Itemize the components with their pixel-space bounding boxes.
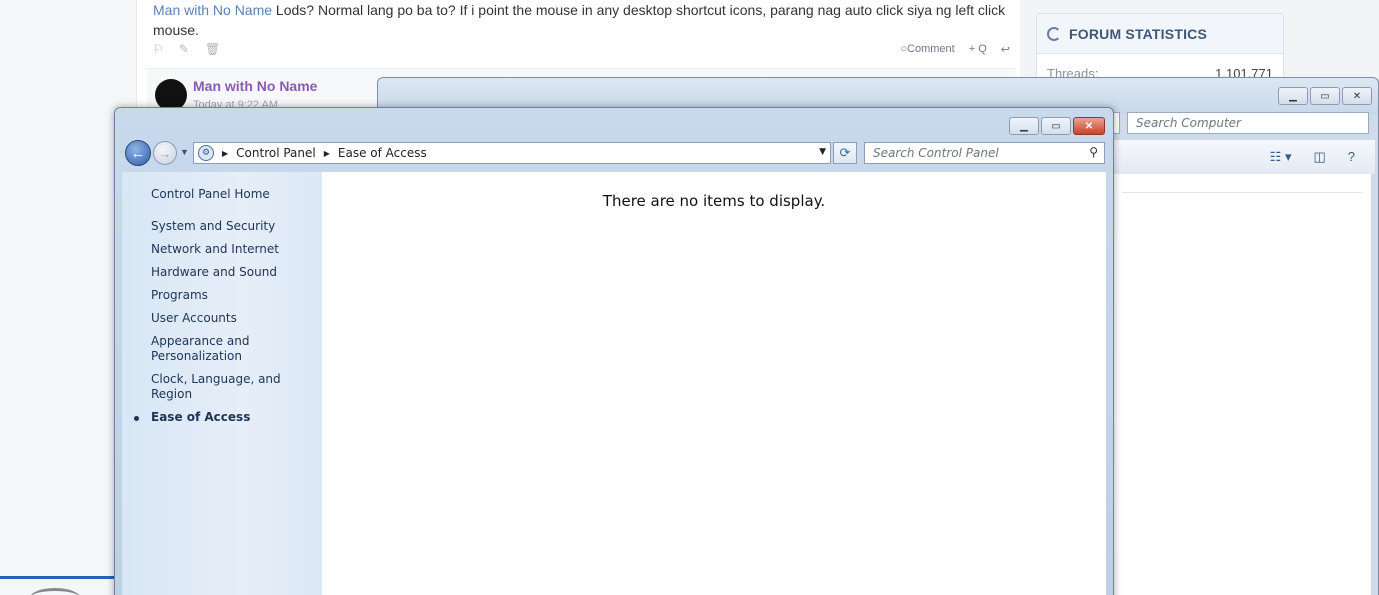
chevron-right-icon[interactable]: ▶ <box>324 149 330 158</box>
maximize-button[interactable]: ▭ <box>1310 87 1340 105</box>
stats-header: FORUM STATISTICS <box>1037 14 1283 54</box>
sidebar-item-appearance[interactable]: Appearance and Personalization <box>151 334 261 364</box>
sidebar-item-home[interactable]: Control Panel Home <box>151 187 270 201</box>
forward-arrow-icon[interactable]: → <box>153 141 177 165</box>
view-options-icon[interactable]: ☷ ▾ <box>1270 149 1292 165</box>
sidebar-item-system-security[interactable]: System and Security <box>151 219 319 234</box>
chevron-down-icon[interactable]: ▼ <box>819 147 826 157</box>
minimize-button[interactable]: ▁ <box>1009 117 1039 135</box>
breadcrumb-control-panel[interactable]: Control Panel <box>236 146 316 160</box>
forum-divider <box>0 576 114 579</box>
post-actions-right: ○Comment + Q ↩ <box>900 43 1010 56</box>
sidebar-item-ease-of-access[interactable]: Ease of Access <box>134 410 319 425</box>
content-pane: There are no items to display. <box>322 172 1106 595</box>
close-button[interactable]: ✕ <box>1342 87 1372 105</box>
breadcrumb-ease-of-access[interactable]: Ease of Access <box>338 146 427 160</box>
sidebar: Control Panel Home System and Security N… <box>122 172 322 595</box>
reply-icon[interactable]: ↩ <box>1001 43 1010 56</box>
post-author-link[interactable]: Man with No Name <box>153 2 272 18</box>
close-button[interactable]: ✕ <box>1073 117 1105 135</box>
control-panel-window[interactable]: ▁ ▭ ✕ ← → ▼ ⚙ ▶ Control Panel ▶ Ease of … <box>114 107 1114 595</box>
pie-chart-icon <box>1047 26 1061 41</box>
control-panel-icon: ⚙ <box>198 145 214 161</box>
column-header-divider <box>1122 192 1363 193</box>
stats-title: FORUM STATISTICS <box>1069 25 1208 42</box>
search-placeholder: Search Control Panel <box>873 146 999 160</box>
minimize-button[interactable]: ▁ <box>1278 87 1308 105</box>
chevron-right-icon[interactable]: ▶ <box>222 149 228 158</box>
window-controls: ▁ ▭ ✕ <box>1009 117 1105 135</box>
sidebar-item-hardware-sound[interactable]: Hardware and Sound <box>151 265 319 280</box>
quote-button[interactable]: + Q <box>969 43 987 56</box>
help-icon[interactable]: ? <box>1348 149 1355 165</box>
maximize-button[interactable]: ▭ <box>1041 117 1071 135</box>
explorer-content <box>1113 174 1371 595</box>
back-arrow-icon[interactable]: ← <box>125 140 151 166</box>
control-panel-body: Control Panel Home System and Security N… <box>122 172 1106 595</box>
sidebar-item-network-internet[interactable]: Network and Internet <box>151 242 319 257</box>
navigation-bar: ← → ▼ ⚙ ▶ Control Panel ▶ Ease of Access… <box>123 140 1109 168</box>
post-body: Man with No Name Lods? Normal lang po ba… <box>153 0 1013 40</box>
preview-pane-icon[interactable]: ◫ <box>1313 149 1325 165</box>
edit-icon[interactable]: ✎ <box>179 43 193 55</box>
post-actions-left: ⚐ ✎ 🗑 <box>153 43 220 55</box>
toolbar-icons: ☷ ▾ ◫ ? <box>1270 149 1355 165</box>
search-input[interactable]: Search Computer <box>1127 112 1369 134</box>
search-input[interactable]: Search Control Panel ⚲ <box>864 142 1105 164</box>
sidebar-item-user-accounts[interactable]: User Accounts <box>151 311 319 326</box>
window-controls: ▁ ▭ ✕ <box>1278 87 1372 105</box>
sidebar-item-clock-language[interactable]: Clock, Language, and Region <box>151 372 319 402</box>
post-text: Lods? Normal lang po ba to? If i point t… <box>153 2 1006 38</box>
flag-icon[interactable]: ⚐ <box>153 43 167 55</box>
sidebar-list: System and Security Network and Internet… <box>134 219 319 433</box>
recent-pages-icon[interactable]: ▼ <box>180 147 189 157</box>
reply-author[interactable]: Man with No Name <box>193 78 317 94</box>
refresh-icon[interactable]: ⟳ <box>833 142 857 164</box>
empty-message: There are no items to display. <box>602 192 826 210</box>
sidebar-item-programs[interactable]: Programs <box>151 288 319 303</box>
comment-button[interactable]: ○Comment <box>900 43 954 56</box>
search-icon[interactable]: ⚲ <box>1089 145 1098 159</box>
trash-icon[interactable]: 🗑 <box>205 43 220 55</box>
explorer-toolbar: ☷ ▾ ◫ ? <box>1113 140 1375 174</box>
address-bar[interactable]: ⚙ ▶ Control Panel ▶ Ease of Access ▼ <box>193 142 831 164</box>
